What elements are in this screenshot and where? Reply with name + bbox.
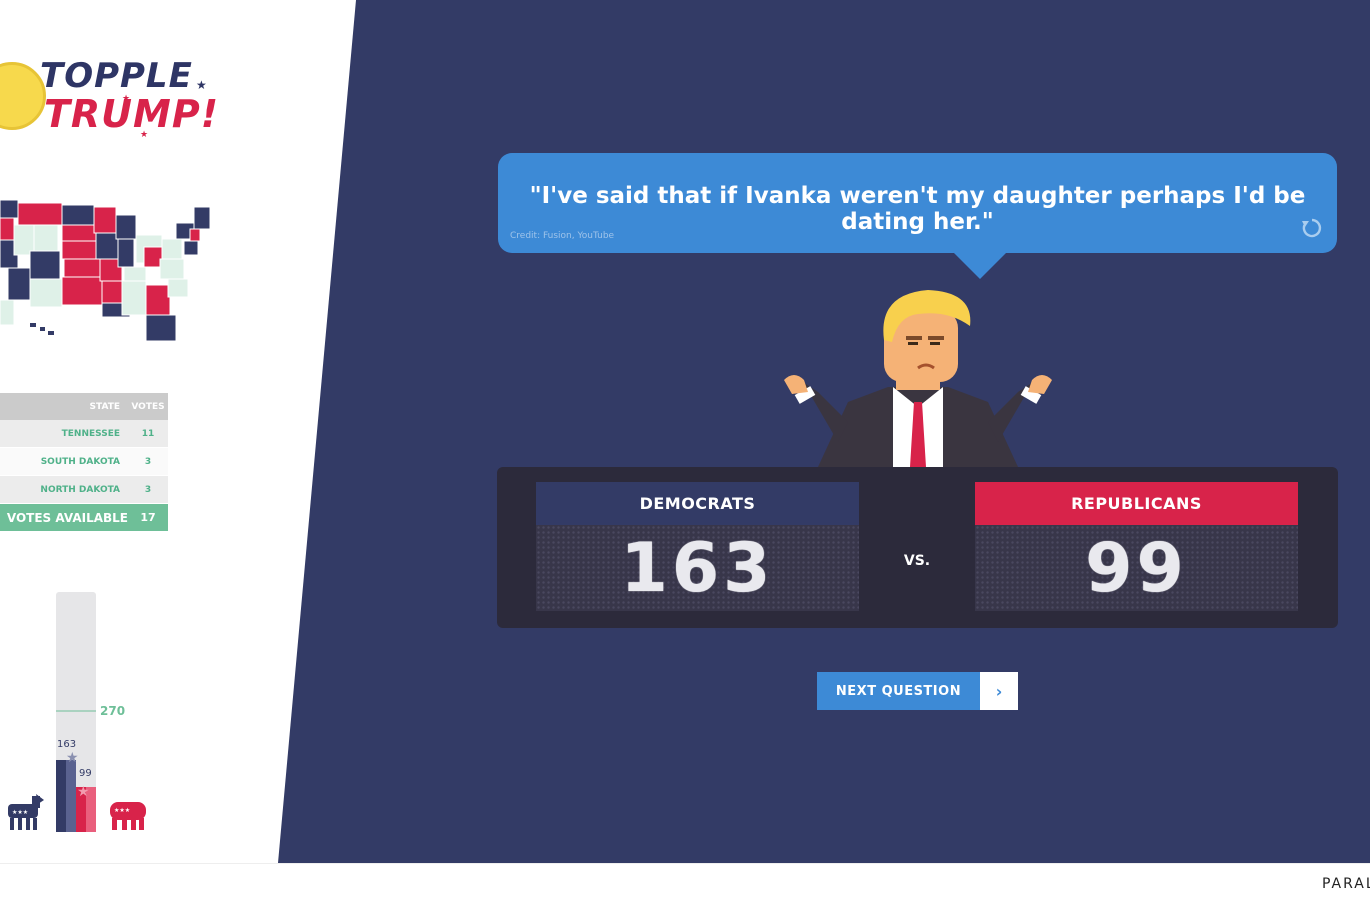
quote-bubble: "I've said that if Ivanka weren't my dau… bbox=[498, 153, 1337, 279]
republicans-score: 99 bbox=[1085, 528, 1188, 608]
state-column-header: STATE bbox=[89, 401, 120, 412]
logo-line-1: TOPPLE bbox=[40, 56, 193, 96]
state-votes: 11 bbox=[141, 428, 155, 439]
us-electoral-map[interactable] bbox=[0, 195, 215, 345]
table-row[interactable]: TENNESSEE 11 bbox=[0, 420, 168, 448]
republicans-score-display: 99 bbox=[975, 525, 1298, 611]
rep-bar-value: 99 bbox=[79, 768, 92, 779]
democrats-score-display: 163 bbox=[536, 525, 859, 611]
footer-brand[interactable]: PARAL bbox=[1322, 876, 1370, 892]
vs-label: VS. bbox=[903, 553, 931, 569]
republicans-label: REPUBLICANS bbox=[975, 482, 1298, 525]
electoral-bar-graph: 270 163 ★ 99 ★ ★★★ ★★★ bbox=[8, 592, 146, 832]
votes-available-row: VOTES AVAILABLE 17 bbox=[0, 504, 168, 531]
topple-trump-logo: TOPPLE TRUMP! ★ ★ ★ bbox=[0, 48, 230, 148]
footer: PARAL bbox=[0, 863, 1370, 901]
svg-text:★★★: ★★★ bbox=[12, 809, 28, 816]
state-name: TENNESSEE bbox=[61, 428, 120, 439]
trump-character bbox=[784, 290, 1052, 467]
state-votes: 3 bbox=[144, 456, 152, 467]
target-label: 270 bbox=[100, 704, 125, 718]
republicans-panel: REPUBLICANS 99 bbox=[975, 482, 1298, 611]
star-icon: ★ bbox=[196, 78, 207, 92]
replay-icon[interactable] bbox=[1301, 217, 1323, 239]
dem-bar-value: 163 bbox=[57, 739, 76, 750]
table-row[interactable]: SOUTH DAKOTA 3 bbox=[0, 448, 168, 476]
donkey-icon: ★★★ bbox=[8, 794, 44, 830]
state-votes: 3 bbox=[144, 484, 152, 495]
democrats-label: DEMOCRATS bbox=[536, 482, 859, 525]
votes-available-value: 17 bbox=[140, 511, 156, 524]
votes-table: STATE VOTES TENNESSEE 11 SOUTH DAKOTA 3 … bbox=[0, 393, 168, 531]
democrats-panel: DEMOCRATS 163 bbox=[536, 482, 859, 611]
chevron-right-icon: › bbox=[980, 672, 1018, 710]
votes-available-label: VOTES AVAILABLE bbox=[6, 510, 128, 525]
elephant-icon: ★★★ bbox=[110, 802, 146, 830]
quote-text: "I've said that if Ivanka weren't my dau… bbox=[529, 183, 1306, 235]
star-icon: ★ bbox=[122, 94, 131, 104]
table-row[interactable]: NORTH DAKOTA 3 bbox=[0, 476, 168, 504]
star-icon: ★ bbox=[140, 130, 149, 140]
star-icon: ★ bbox=[66, 750, 79, 766]
svg-text:★★★: ★★★ bbox=[114, 807, 130, 814]
star-icon: ★ bbox=[77, 784, 90, 800]
state-name: NORTH DAKOTA bbox=[40, 484, 120, 495]
next-question-button[interactable]: NEXT QUESTION › bbox=[817, 672, 1018, 710]
votes-table-header: STATE VOTES bbox=[0, 393, 168, 420]
state-name: SOUTH DAKOTA bbox=[40, 456, 120, 467]
votes-column-header: VOTES bbox=[131, 401, 165, 412]
scoreboard: DEMOCRATS 163 VS. REPUBLICANS 99 bbox=[497, 467, 1338, 628]
game-stage: TOPPLE TRUMP! ★ ★ ★ STATE VOTES TENNESSE… bbox=[0, 0, 1370, 901]
next-question-label: NEXT QUESTION bbox=[835, 683, 962, 699]
logo-line-2: TRUMP! bbox=[44, 92, 220, 136]
democrats-score: 163 bbox=[620, 528, 775, 608]
quote-credit: Credit: Fusion, YouTube bbox=[510, 231, 615, 241]
